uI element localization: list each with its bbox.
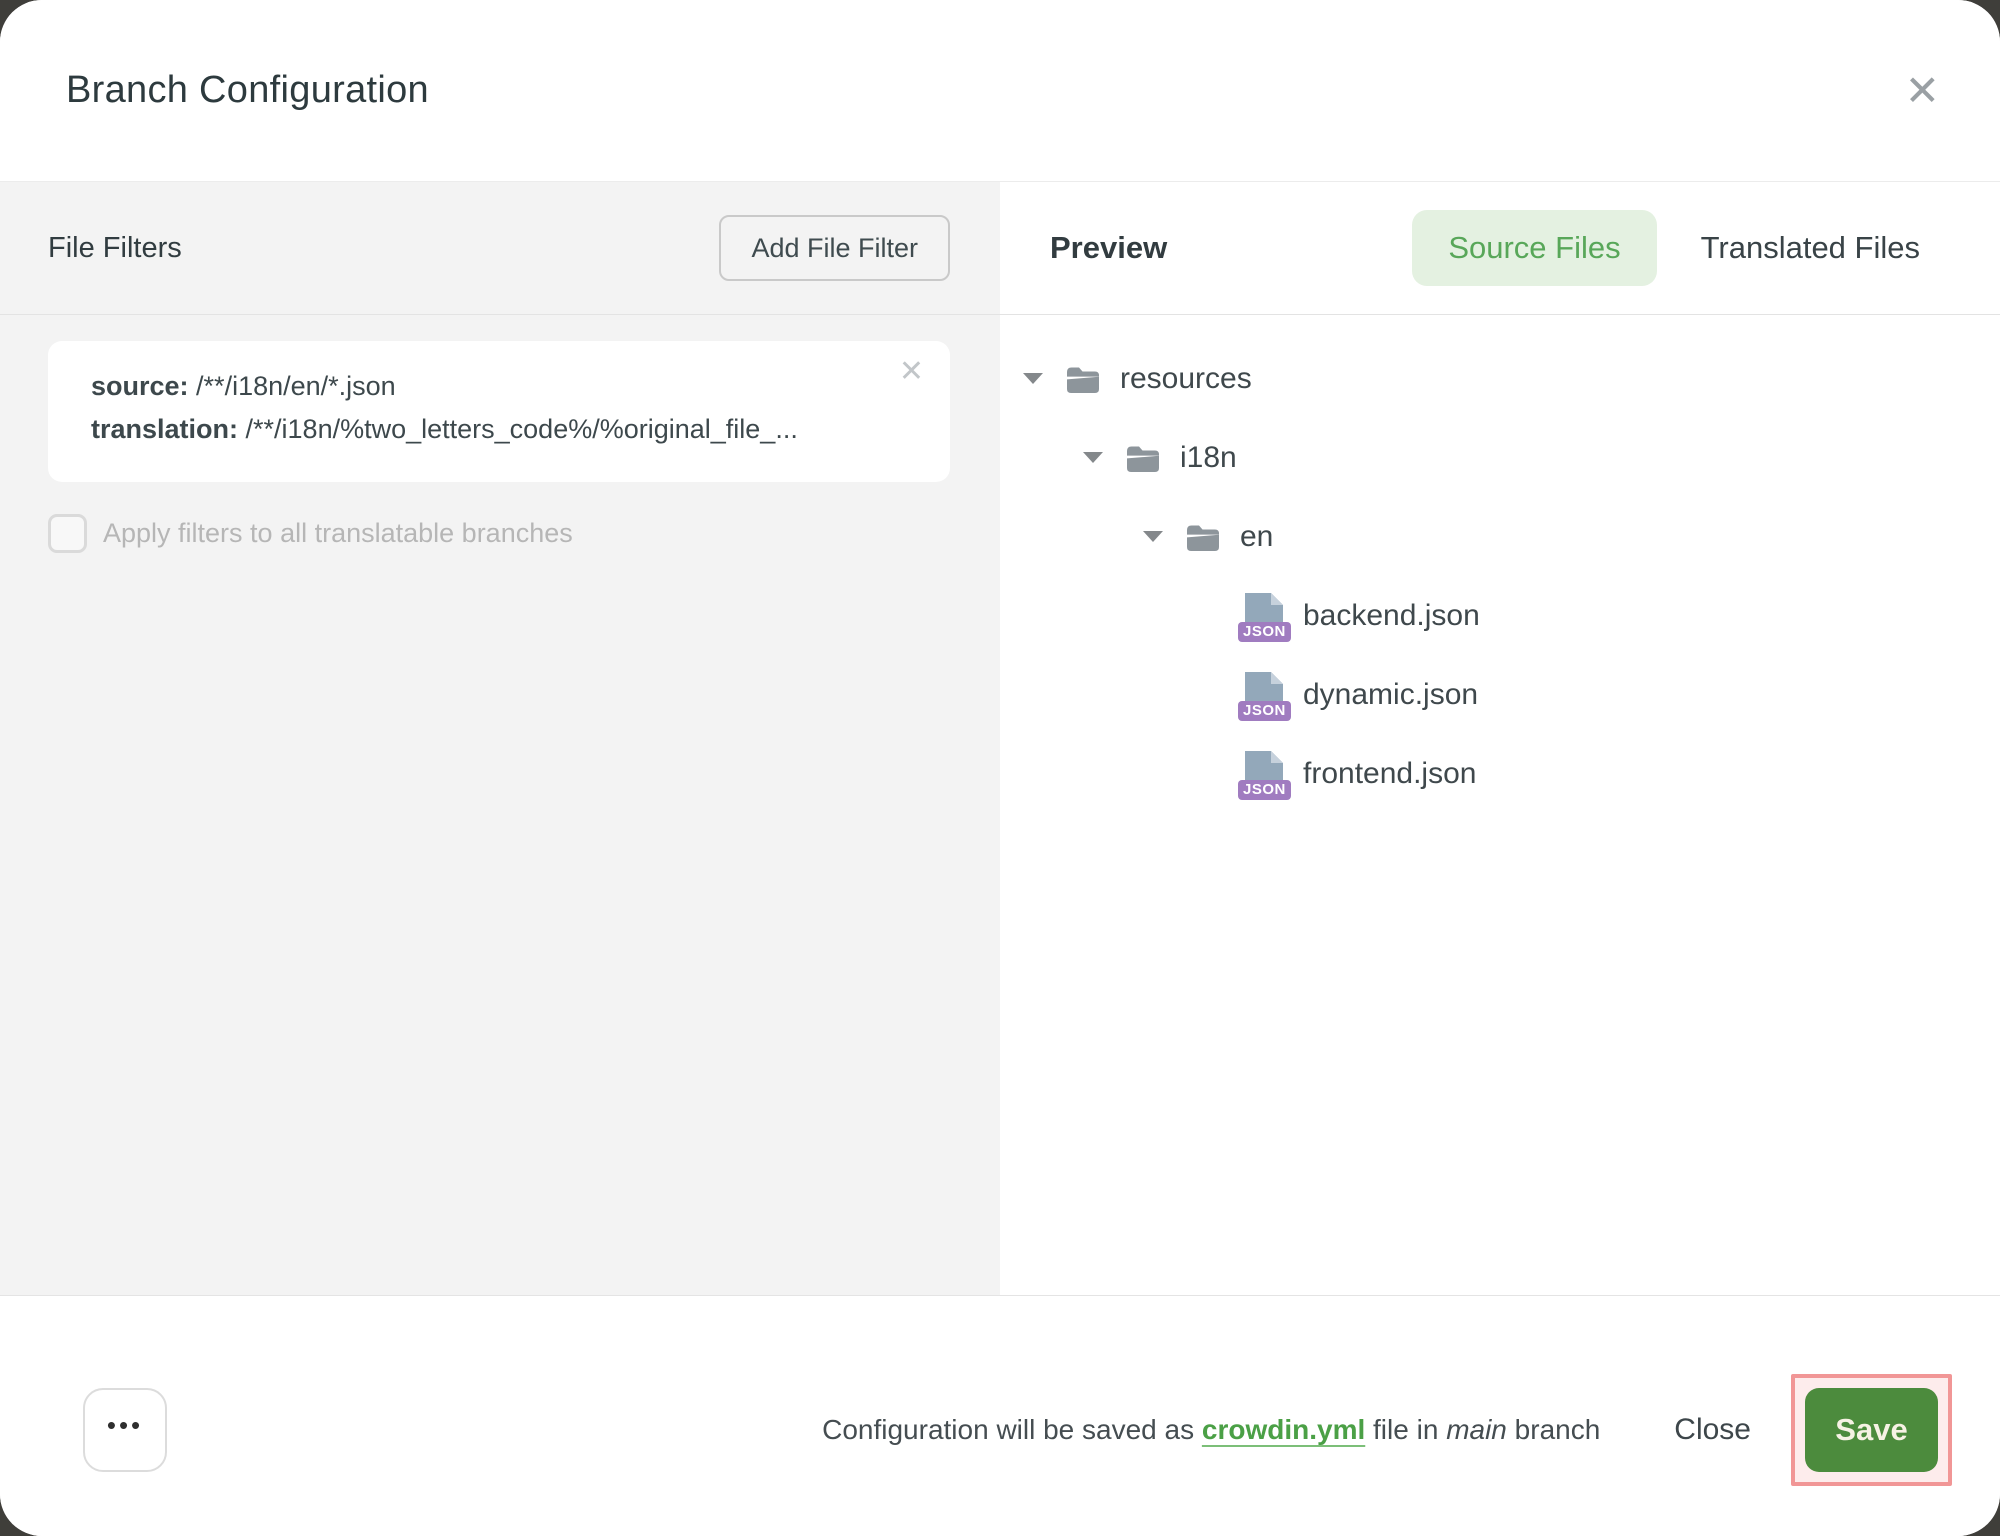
file-filters-panel: File Filters Add File Filter source: /**… bbox=[0, 182, 1000, 1295]
chevron-down-icon[interactable] bbox=[1143, 531, 1163, 542]
filter-translation-value: /**/i18n/%two_letters_code%/%original_fi… bbox=[238, 414, 798, 444]
json-badge: JSON bbox=[1238, 622, 1291, 642]
file-tree: resources i18n en JSON bbox=[1000, 315, 2000, 813]
json-badge: JSON bbox=[1238, 701, 1291, 721]
branch-name: main bbox=[1446, 1414, 1507, 1445]
file-filters-content: source: /**/i18n/en/*.json translation: … bbox=[0, 315, 1000, 553]
apply-filters-row: Apply filters to all translatable branch… bbox=[48, 514, 950, 553]
preview-heading: Preview bbox=[1050, 230, 1167, 266]
tab-translated-files[interactable]: Translated Files bbox=[1701, 230, 1920, 266]
filter-translation-line: translation: /**/i18n/%two_letters_code%… bbox=[91, 408, 880, 451]
filter-card[interactable]: source: /**/i18n/en/*.json translation: … bbox=[48, 341, 950, 482]
note-prefix: Configuration will be saved as bbox=[822, 1414, 1202, 1445]
save-button[interactable]: Save bbox=[1805, 1388, 1938, 1472]
tree-label: i18n bbox=[1180, 441, 1237, 475]
tree-label: frontend.json bbox=[1303, 757, 1476, 791]
json-file-icon: JSON bbox=[1245, 593, 1283, 639]
filter-source-key: source: bbox=[91, 371, 189, 401]
close-button[interactable]: Close bbox=[1674, 1413, 1751, 1447]
save-button-highlight: Save bbox=[1791, 1374, 1952, 1486]
note-suffix: branch bbox=[1507, 1414, 1600, 1445]
tree-label: backend.json bbox=[1303, 599, 1480, 633]
folder-icon bbox=[1185, 522, 1221, 552]
filter-source-value: /**/i18n/en/*.json bbox=[189, 371, 396, 401]
add-file-filter-button[interactable]: Add File Filter bbox=[719, 215, 950, 281]
dialog-footer: ••• Configuration will be saved as crowd… bbox=[0, 1295, 2000, 1536]
file-filters-heading: File Filters bbox=[48, 232, 182, 265]
preview-tabs: Source Files Translated Files bbox=[1412, 210, 1920, 286]
chevron-down-icon[interactable] bbox=[1023, 373, 1043, 384]
branch-configuration-dialog: Branch Configuration ✕ File Filters Add … bbox=[0, 0, 2000, 1536]
dialog-header: Branch Configuration ✕ bbox=[0, 0, 2000, 182]
remove-filter-icon[interactable]: ✕ bbox=[899, 357, 924, 387]
tree-row-file-dynamic-json[interactable]: JSON dynamic.json bbox=[1000, 655, 2000, 734]
tree-row-file-backend-json[interactable]: JSON backend.json bbox=[1000, 576, 2000, 655]
preview-header: Preview Source Files Translated Files bbox=[1000, 182, 2000, 315]
dialog-body: File Filters Add File Filter source: /**… bbox=[0, 182, 2000, 1295]
tree-row-folder-en[interactable]: en bbox=[1000, 497, 2000, 576]
footer-inner: ••• Configuration will be saved as crowd… bbox=[83, 1374, 1952, 1486]
more-options-button[interactable]: ••• bbox=[83, 1388, 167, 1472]
folder-icon bbox=[1065, 364, 1101, 394]
json-badge: JSON bbox=[1238, 780, 1291, 800]
folder-icon bbox=[1125, 443, 1161, 473]
apply-filters-checkbox[interactable] bbox=[48, 514, 87, 553]
tree-row-file-frontend-json[interactable]: JSON frontend.json bbox=[1000, 734, 2000, 813]
tree-label: en bbox=[1240, 520, 1273, 554]
tree-label: resources bbox=[1120, 362, 1252, 396]
tree-label: dynamic.json bbox=[1303, 678, 1478, 712]
tab-source-files[interactable]: Source Files bbox=[1412, 210, 1656, 286]
tree-row-folder-i18n[interactable]: i18n bbox=[1000, 418, 2000, 497]
tree-row-folder-resources[interactable]: resources bbox=[1000, 339, 2000, 418]
note-middle: file in bbox=[1365, 1414, 1446, 1445]
close-icon[interactable]: ✕ bbox=[1905, 70, 1940, 112]
chevron-down-icon[interactable] bbox=[1083, 452, 1103, 463]
preview-panel: Preview Source Files Translated Files re… bbox=[1000, 182, 2000, 1295]
file-filters-header: File Filters Add File Filter bbox=[0, 182, 1000, 315]
filter-translation-key: translation: bbox=[91, 414, 238, 444]
save-location-note: Configuration will be saved as crowdin.y… bbox=[822, 1414, 1600, 1446]
json-file-icon: JSON bbox=[1245, 672, 1283, 718]
crowdin-yml-link[interactable]: crowdin.yml bbox=[1202, 1414, 1365, 1445]
page-title: Branch Configuration bbox=[66, 69, 429, 112]
json-file-icon: JSON bbox=[1245, 751, 1283, 797]
ellipsis-icon: ••• bbox=[107, 1412, 143, 1438]
filter-source-line: source: /**/i18n/en/*.json bbox=[91, 365, 880, 408]
apply-filters-label: Apply filters to all translatable branch… bbox=[103, 518, 573, 549]
